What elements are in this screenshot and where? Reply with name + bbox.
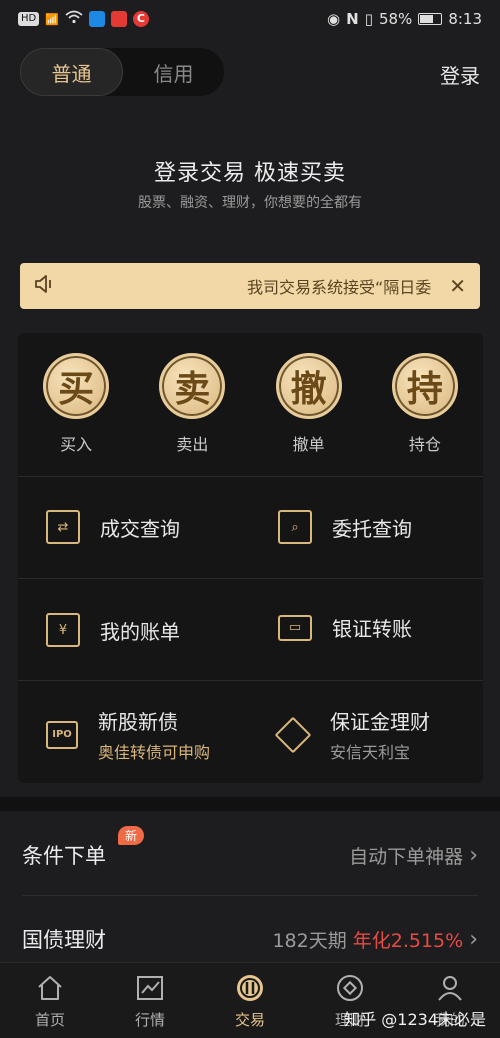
search-doc-icon: ⌕ [278,510,312,544]
order-query-label: 委托查询 [332,516,412,541]
hero-subtitle: 股票、融资、理财，你想要的全都有 [138,195,362,211]
tab-home[interactable]: 首页 [0,963,100,1038]
nfc-icon: N [346,10,359,28]
cancel-order-button[interactable]: 撤 撤单 [251,353,367,478]
order-query-item[interactable]: ⌕ 委托查询 [278,510,412,544]
speaker-icon [34,274,56,298]
conditional-order-hint: 自动下单神器 [349,845,464,868]
battery-percent: 58% [378,10,413,28]
divider [18,578,483,579]
cancel-order-label: 撤单 [292,435,325,454]
sell-icon: 卖 [159,353,226,419]
margin-wealth-subtitle: 安信天利宝 [330,743,411,762]
signal-icon: 📶 [45,12,59,26]
bill-icon: ¥ [46,613,80,647]
margin-wealth-title: 保证金理财 [330,710,430,734]
divider [18,680,483,681]
chevron-right-icon: › [469,926,478,952]
ipo-item[interactable]: IPO 新股新债 奥佳转债可申购 [46,706,210,763]
wealth-icon [335,973,365,1003]
wifi-icon [65,10,83,28]
user-icon [435,973,465,1003]
quick-actions: 买 买入 卖 卖出 撤 撤单 持 持仓 [18,353,483,478]
home-icon [35,973,65,1003]
buy-label: 买入 [60,435,93,454]
trade-card: 买 买入 卖 卖出 撤 撤单 持 持仓 ⇄ 成交查询 ⌕ 委托查询 ¥ 我的账单… [18,333,483,783]
diamond-icon [274,716,312,753]
bill-label: 我的账单 [100,619,180,644]
margin-wealth-item[interactable]: 保证金理财 安信天利宝 [274,706,430,763]
tab-market[interactable]: 行情 [100,963,200,1038]
divider [18,476,483,477]
status-bar: HD 📶 C ◉ N ▯ 58% 8:13 [0,0,500,38]
divider [22,895,478,896]
notice-banner[interactable]: 我司交易系统接受“隔日委 ✕ [20,263,480,309]
app-notification-icon [110,11,127,27]
trade-icon [235,973,265,1003]
login-button[interactable]: 登录 [440,60,480,89]
ipo-title: 新股新债 [98,710,178,734]
tab-regular[interactable]: 普通 [20,48,123,96]
treasury-bond-title: 国债理财 [22,928,106,952]
sell-label: 卖出 [176,435,209,454]
holdings-icon: 持 [391,353,458,419]
tab-trade-label: 交易 [234,1011,265,1029]
hero-title[interactable]: 登录交易 极速买卖 [0,155,500,187]
trade-query-label: 成交查询 [100,516,180,541]
section-separator [0,797,500,811]
close-icon[interactable]: ✕ [449,274,466,298]
holdings-button[interactable]: 持 持仓 [367,353,483,478]
conditional-order-title: 条件下单 [22,844,106,868]
tab-home-label: 首页 [34,1011,65,1029]
app-notification-icon: C [132,11,149,27]
bond-rate: 年化2.515% [352,929,464,952]
eye-icon: ◉ [327,10,341,28]
chart-icon [135,973,165,1003]
tab-market-label: 行情 [134,1011,165,1029]
exchange-icon: ⇄ [46,510,80,544]
battery-icon [418,13,443,25]
account-type-switch: 普通 信用 [20,48,224,96]
clock: 8:13 [448,10,482,28]
bank-card-icon: ▭ [278,614,312,641]
notice-text: 我司交易系统接受“隔日委 [246,278,432,297]
bond-term: 182天期 [272,929,347,952]
ipo-subtitle: 奥佳转债可申购 [98,743,211,762]
tab-credit[interactable]: 信用 [123,48,224,96]
new-badge: 新 [118,826,145,845]
buy-button[interactable]: 买 买入 [18,353,134,478]
bank-transfer-label: 银证转账 [332,617,412,641]
trade-query-item[interactable]: ⇄ 成交查询 [46,510,180,544]
bank-transfer-item[interactable]: ▭ 银证转账 [278,613,412,642]
buy-icon: 买 [43,353,110,419]
chevron-right-icon: › [469,842,478,868]
vibrate-icon: ▯ [364,10,373,28]
ipo-icon: IPO [46,720,78,749]
hd-indicator: HD [18,12,40,26]
app-notification-icon [88,11,105,27]
bill-item[interactable]: ¥ 我的账单 [46,613,180,647]
watermark: 知乎 @1234未必是 [344,1010,486,1029]
sell-button[interactable]: 卖 卖出 [134,353,250,478]
cancel-order-icon: 撤 [275,353,342,419]
tab-trade[interactable]: 交易 [200,963,300,1038]
holdings-label: 持仓 [408,435,441,454]
conditional-order-row[interactable]: 条件下单 新 自动下单神器 › [0,814,500,896]
